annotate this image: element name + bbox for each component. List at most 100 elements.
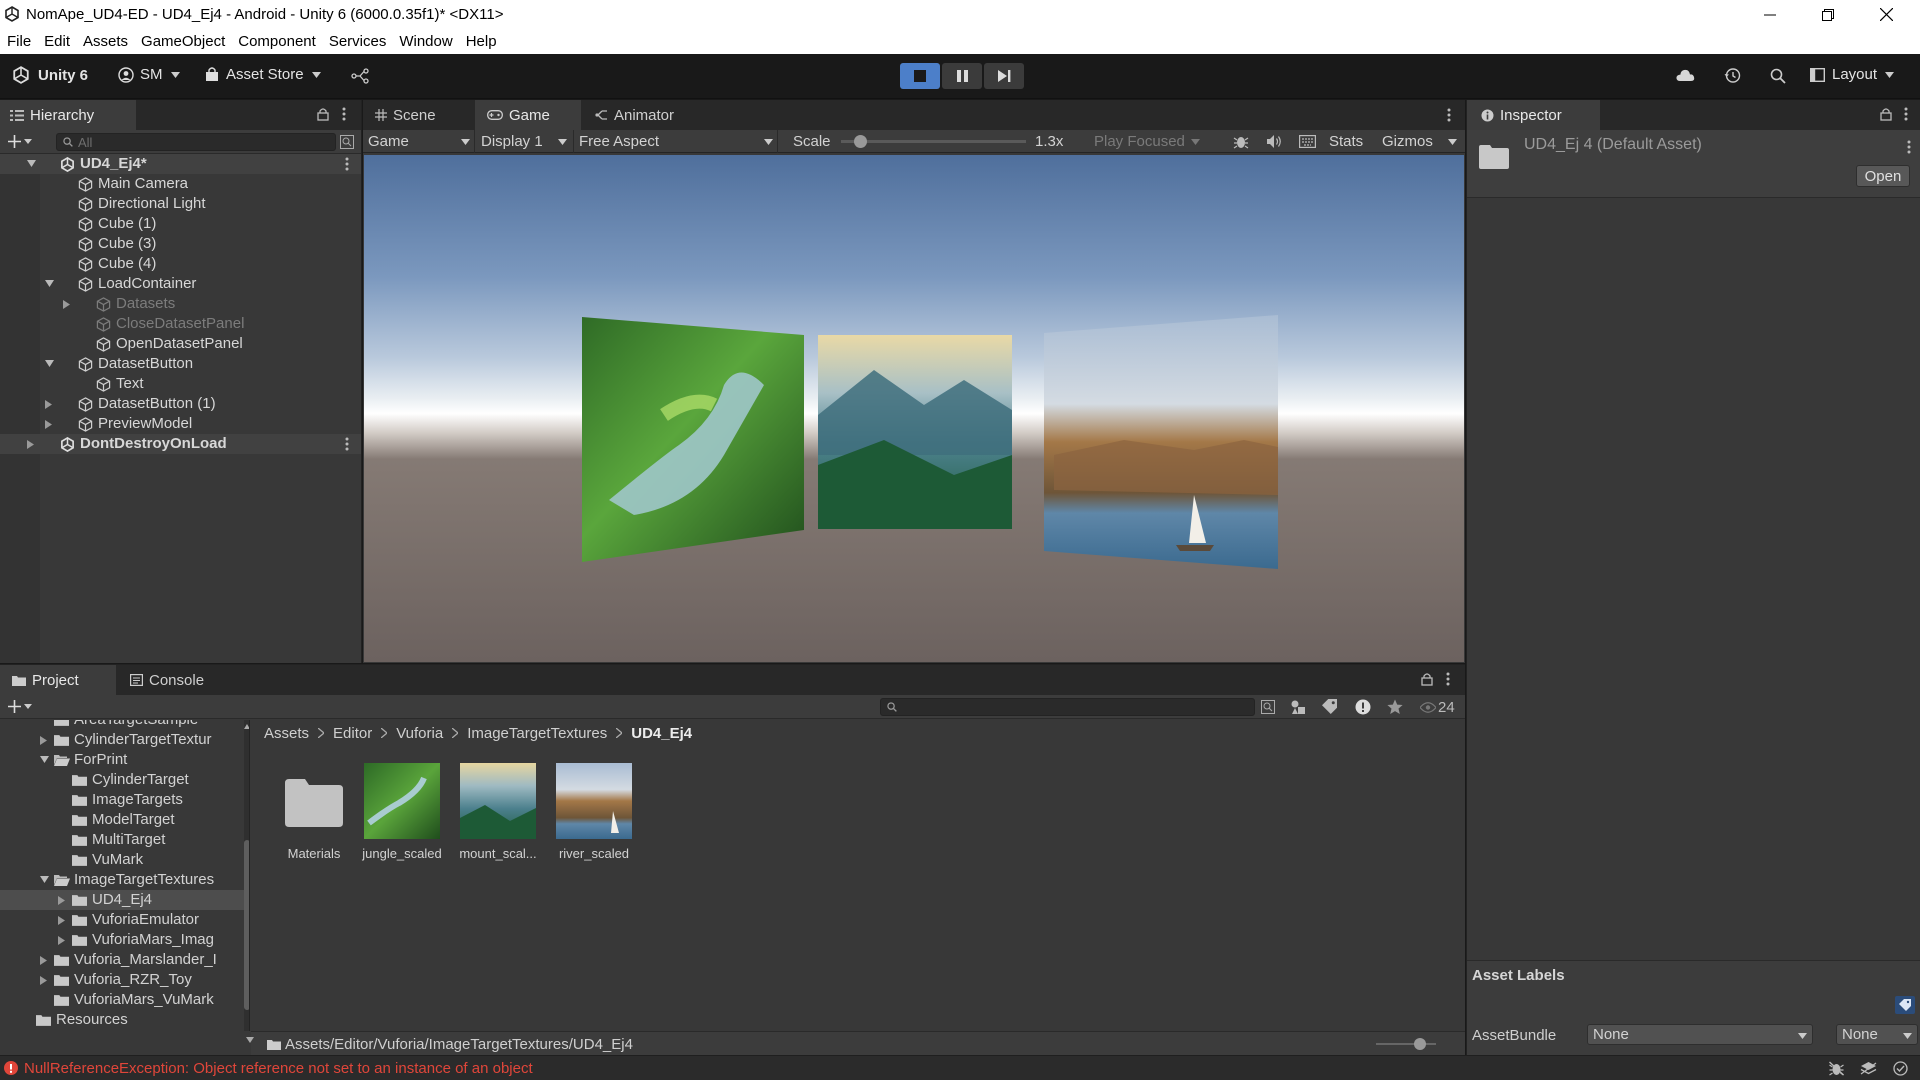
tab-game[interactable]: Game: [475, 100, 581, 130]
chevron-down-icon[interactable]: [1448, 139, 1457, 145]
expand-arrow-closed-icon[interactable]: [45, 420, 53, 429]
check-circle-icon[interactable]: [1893, 1061, 1908, 1076]
lock-icon[interactable]: [1880, 107, 1892, 121]
folder-tree-item[interactable]: Resources: [0, 1010, 245, 1030]
assetbundle-dropdown[interactable]: None: [1587, 1024, 1813, 1045]
hierarchy-item[interactable]: OpenDatasetPanel: [0, 334, 361, 354]
hierarchy-item[interactable]: Main Camera: [0, 174, 361, 194]
more-options-icon[interactable]: [1446, 672, 1450, 686]
breadcrumb-item[interactable]: UD4_Ej4: [631, 725, 692, 742]
display-dropdown[interactable]: Display 1: [476, 130, 574, 153]
warning-filter-icon[interactable]: [1355, 699, 1371, 715]
asset-item[interactable]: jungle_scaled: [356, 763, 448, 863]
restore-button[interactable]: [1799, 0, 1857, 29]
tab-hierarchy[interactable]: Hierarchy: [0, 100, 136, 130]
asset-store-dropdown[interactable]: Asset Store: [205, 66, 321, 83]
status-message[interactable]: NullReferenceException: Object reference…: [24, 1060, 533, 1077]
asset-item[interactable]: mount_scal...: [452, 763, 544, 863]
tree-scrollbar[interactable]: [244, 720, 249, 1031]
more-options-icon[interactable]: [345, 157, 349, 171]
expand-arrow-closed-icon[interactable]: [27, 440, 35, 449]
folder-tree-item[interactable]: SamplesResources: [0, 1030, 245, 1031]
asset-item[interactable]: Materials: [268, 763, 360, 863]
expand-arrow-open-icon[interactable]: [27, 160, 36, 168]
tab-project[interactable]: Project: [0, 665, 116, 695]
history-icon[interactable]: [1724, 67, 1741, 84]
expand-arrow-closed-icon[interactable]: [40, 956, 48, 965]
search-filter-icon[interactable]: [340, 135, 354, 149]
folder-tree-item[interactable]: VuforiaMars_Imag: [0, 930, 245, 950]
hierarchy-item[interactable]: CloseDatasetPanel: [0, 314, 361, 334]
asset-item[interactable]: river_scaled: [548, 763, 640, 863]
more-options-icon[interactable]: [1907, 140, 1911, 154]
tab-inspector[interactable]: Inspector: [1467, 100, 1600, 130]
game-mode-dropdown[interactable]: Game: [363, 130, 475, 153]
folder-tree-item[interactable]: ImageTargets: [0, 790, 245, 810]
menu-help[interactable]: Help: [466, 29, 497, 54]
icon-size-slider[interactable]: [1376, 1038, 1436, 1050]
folder-tree-item[interactable]: VuforiaEmulator: [0, 910, 245, 930]
folder-tree-item[interactable]: VuMark: [0, 850, 245, 870]
breadcrumb-item[interactable]: Assets: [264, 725, 309, 742]
hierarchy-item[interactable]: Text: [0, 374, 361, 394]
project-search-input[interactable]: [880, 698, 1255, 716]
layout-dropdown[interactable]: Layout: [1810, 66, 1895, 83]
stats-button[interactable]: Stats: [1329, 133, 1363, 150]
tab-animator[interactable]: Animator: [583, 100, 703, 130]
unity-version-button[interactable]: Unity 6: [12, 66, 88, 84]
icon-size-slider-thumb[interactable]: [1414, 1038, 1426, 1050]
folder-tree-item[interactable]: ImageTargetTextures: [0, 870, 245, 890]
folder-tree-item[interactable]: MultiTarget: [0, 830, 245, 850]
expand-arrow-closed-icon[interactable]: [40, 976, 48, 985]
tab-scene[interactable]: Scene: [363, 100, 473, 130]
filter-by-label-icon[interactable]: [1322, 699, 1337, 714]
debug-bug-icon[interactable]: [1828, 1061, 1845, 1076]
hierarchy-scene-row[interactable]: DontDestroyOnLoad: [0, 434, 361, 454]
hierarchy-item[interactable]: LoadContainer: [0, 274, 361, 294]
menu-component[interactable]: Component: [238, 29, 316, 54]
more-options-icon[interactable]: [345, 437, 349, 451]
folder-tree-item[interactable]: Vuforia_RZR_Toy: [0, 970, 245, 990]
expand-arrow-open-icon[interactable]: [45, 280, 54, 288]
favorite-star-icon[interactable]: [1387, 699, 1403, 715]
cloud-icon[interactable]: [1675, 68, 1695, 82]
expand-arrow-closed-icon[interactable]: [58, 916, 66, 925]
menu-services[interactable]: Services: [329, 29, 387, 54]
folder-tree-item[interactable]: Vuforia_Marslander_I: [0, 950, 245, 970]
version-control-icon[interactable]: [351, 68, 369, 84]
menu-assets[interactable]: Assets: [83, 29, 128, 54]
folder-tree-item[interactable]: UD4_Ej4: [0, 890, 245, 910]
assetbundle-variant-dropdown[interactable]: None: [1836, 1024, 1918, 1045]
scroll-down-icon[interactable]: [246, 1037, 254, 1043]
gizmos-button[interactable]: Gizmos: [1382, 133, 1433, 150]
filter-by-type-icon[interactable]: [1290, 699, 1306, 715]
more-options-icon[interactable]: [1447, 108, 1451, 122]
search-filter-icon[interactable]: [1261, 700, 1275, 714]
hierarchy-item[interactable]: Cube (1): [0, 214, 361, 234]
step-button[interactable]: [984, 63, 1024, 89]
account-dropdown[interactable]: SM: [118, 66, 180, 83]
breadcrumb-item[interactable]: ImageTargetTextures: [467, 725, 607, 742]
close-window-button[interactable]: [1857, 0, 1915, 29]
more-options-icon[interactable]: [1904, 107, 1908, 121]
folder-tree-item[interactable]: CylinderTargetTextur: [0, 730, 245, 750]
breadcrumb-item[interactable]: Editor: [333, 725, 372, 742]
hierarchy-item[interactable]: Cube (3): [0, 234, 361, 254]
pause-button[interactable]: [942, 63, 982, 89]
play-focused-dropdown[interactable]: Play Focused: [1079, 130, 1209, 153]
expand-arrow-closed-icon[interactable]: [58, 896, 66, 905]
expand-arrow-open-icon[interactable]: [40, 756, 49, 764]
folder-tree-item[interactable]: ForPrint: [0, 750, 245, 770]
folder-tree-item[interactable]: AreaTargetSample: [0, 720, 245, 730]
tree-scrollbar-thumb[interactable]: [244, 840, 249, 1010]
bug-icon[interactable]: [1233, 134, 1249, 149]
keyboard-icon[interactable]: [1299, 135, 1316, 148]
expand-arrow-closed-icon[interactable]: [63, 300, 71, 309]
scale-slider-thumb[interactable]: [854, 135, 867, 148]
play-button[interactable]: [900, 63, 940, 89]
hierarchy-item[interactable]: Cube (4): [0, 254, 361, 274]
hierarchy-item[interactable]: DatasetButton: [0, 354, 361, 374]
tab-console[interactable]: Console: [118, 665, 228, 695]
folder-tree-item[interactable]: CylinderTarget: [0, 770, 245, 790]
hidden-count[interactable]: 24: [1420, 699, 1455, 716]
